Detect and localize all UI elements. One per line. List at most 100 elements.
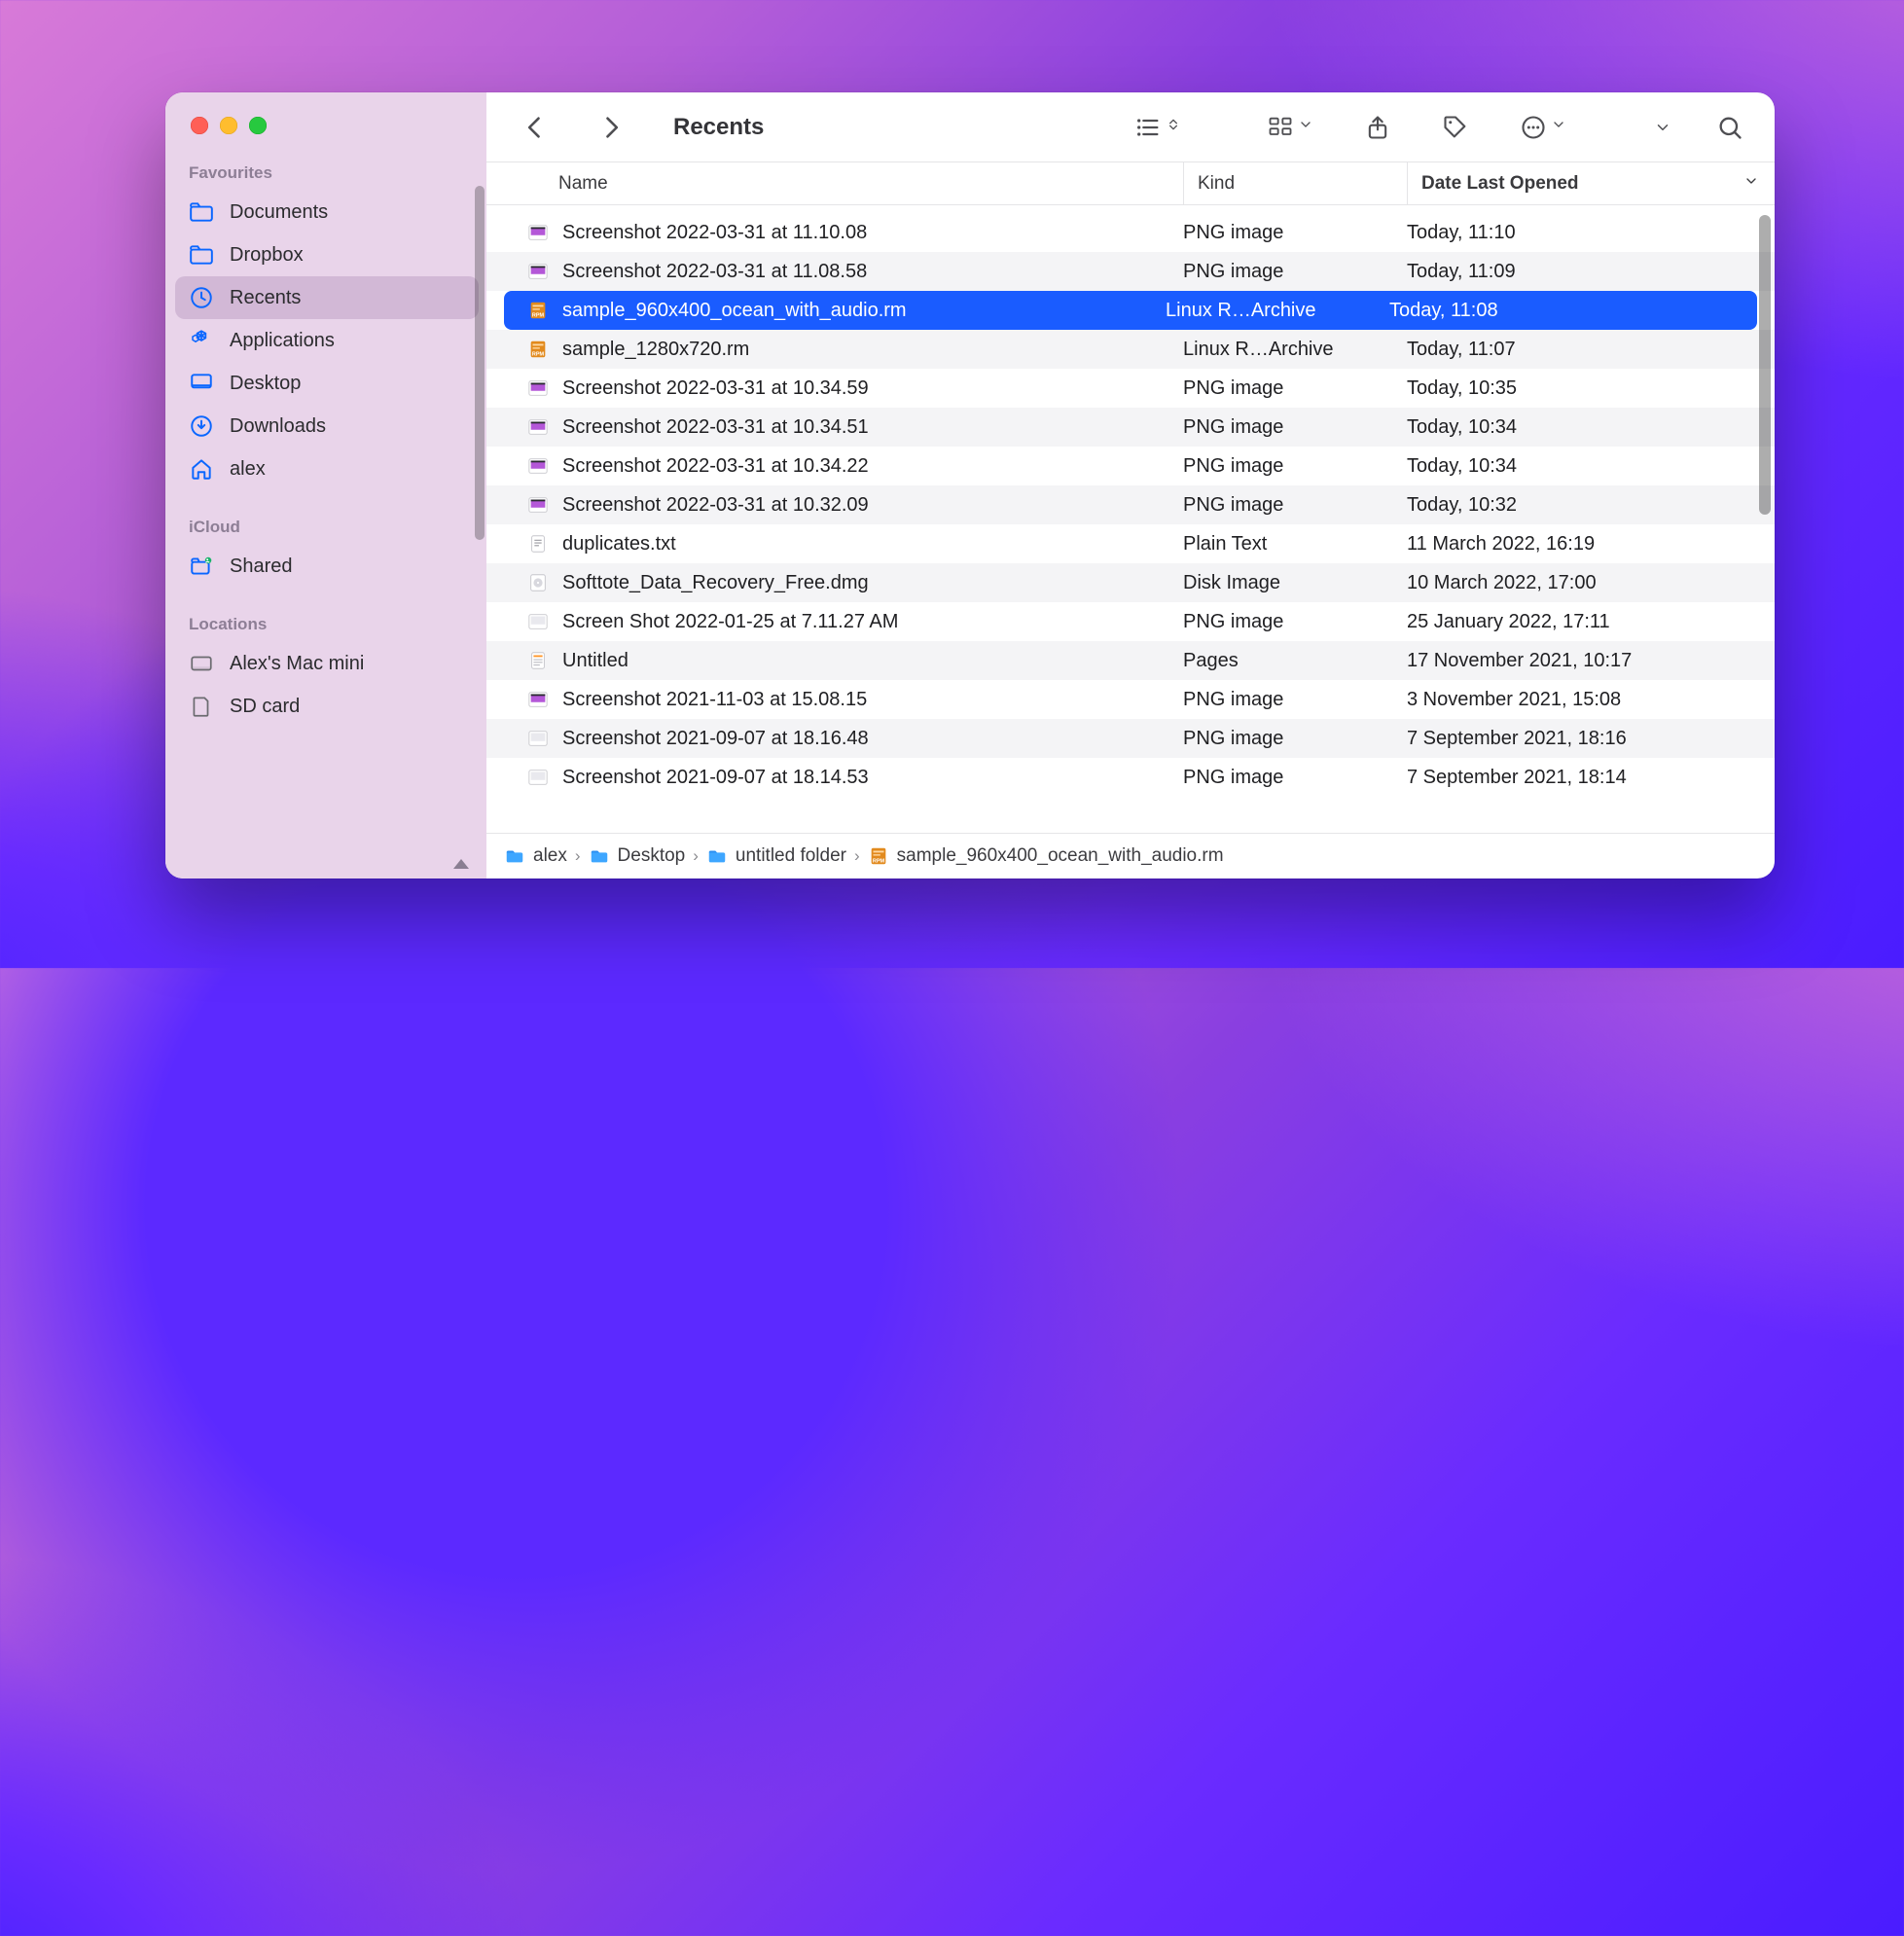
file-list-scrollbar[interactable] [1759,215,1771,515]
group-by-button[interactable] [1257,108,1323,147]
finder-window: FavouritesDocumentsDropboxRecentsApplica… [165,92,1775,878]
file-row[interactable]: duplicates.txtPlain Text11 March 2022, 1… [486,524,1775,563]
file-row[interactable]: Screenshot 2021-09-07 at 18.16.48 PNG ima… [486,719,1775,758]
file-row[interactable]: Screenshot 2021-09-07 at 18.14.53PNG ima… [486,758,1775,797]
file-kind: Disk Image [1183,572,1407,594]
tags-button[interactable] [1432,108,1479,147]
view-list-button[interactable] [1125,108,1191,147]
folder-icon [189,242,214,268]
file-name: Softtote_Data_Recovery_Free.dmg [562,572,869,594]
path-segment[interactable]: Desktop [618,845,686,867]
file-row[interactable]: Screenshot 2022-03-31 at 11.08.58PNG ima… [486,252,1775,291]
sidebar-item-dropbox[interactable]: Dropbox [175,233,479,276]
path-separator-icon: › [575,846,581,866]
file-icon [527,416,549,438]
up-down-icon [1166,117,1181,137]
sidebar-scrollbar[interactable] [475,186,485,540]
file-name: Screenshot 2022-03-31 at 10.34.51 [562,416,869,439]
sidebar-item-label: Alex's Mac mini [230,653,364,675]
sidebar-item-alex[interactable]: alex [175,448,479,490]
file-icon [527,689,549,710]
file-icon [527,339,549,360]
file-kind: PNG image [1183,728,1407,750]
sidebar-item-label: Recents [230,287,301,309]
file-icon [527,533,549,555]
file-date: Today, 11:10 [1407,222,1775,244]
column-header-name[interactable]: Name [486,173,1183,195]
file-row[interactable]: sample_1280x720.rm Linux R…ArchiveToday, … [486,330,1775,369]
sidebar-item-shared[interactable]: Shared [175,545,479,588]
file-name: duplicates.txt [562,533,676,556]
file-name: sample_1280x720.rm [562,339,749,361]
file-date: 10 March 2022, 17:00 [1407,572,1775,594]
home-icon [189,456,214,482]
file-row[interactable]: Screenshot 2022-03-31 at 10.32.09PNG ima… [486,485,1775,524]
file-list: Screenshot 2022-03-31 at 11.10.08PNG ima… [486,205,1775,833]
file-row[interactable]: Screenshot 2022-03-31 at 11.10.08PNG ima… [486,213,1775,252]
sidebar-item-documents[interactable]: Documents [175,191,479,233]
sidebar-item-recents[interactable]: Recents [175,276,479,319]
sidebar-disclosure-icon [453,859,469,869]
file-icon [527,728,549,749]
sidebar-item-downloads[interactable]: Downloads [175,405,479,448]
sidebar-item-label: Dropbox [230,244,304,267]
path-segment[interactable]: alex [533,845,567,867]
file-name: Screenshot 2022-03-31 at 10.32.09 [562,494,869,517]
file-row[interactable]: UntitledPages17 November 2021, 10:17 [486,641,1775,680]
download-icon [189,413,214,439]
path-segment[interactable]: untitled folder [736,845,846,867]
sidebar-item-sd-card[interactable]: SD card [175,685,479,728]
file-date: Today, 11:07 [1407,339,1775,361]
file-kind: PNG image [1183,767,1407,789]
file-date: Today, 10:35 [1407,377,1775,400]
folder-icon [189,199,214,225]
file-row[interactable]: Screenshot 2021-11-03 at 15.08.15PNG ima… [486,680,1775,719]
file-row[interactable]: sample_960x400_ocean_with_audio.rmLinux … [504,291,1757,330]
toolbar: Recents [486,92,1775,162]
sidebar-item-applications[interactable]: Applications [175,319,479,362]
apps-icon [189,328,214,353]
file-row[interactable]: Screenshot 2022-03-31 at 10.34.22PNG ima… [486,447,1775,485]
file-row[interactable]: Screen Shot 2022-01-25 at 7.11.27 AMPNG … [486,602,1775,641]
sidebar-item-label: Shared [230,556,293,578]
folder-icon [504,845,525,867]
file-name: Screenshot 2021-09-07 at 18.16.48 [562,728,869,750]
sidebar: FavouritesDocumentsDropboxRecentsApplica… [165,92,486,878]
file-name: Untitled [562,650,629,672]
minimize-window-button[interactable] [220,117,237,134]
forward-button[interactable] [588,108,634,147]
toolbar-overflow-button[interactable] [1644,113,1681,142]
search-button[interactable] [1706,108,1753,147]
more-actions-button[interactable] [1510,108,1576,147]
sidebar-item-alex-s-mac-mini[interactable]: Alex's Mac mini [175,642,479,685]
file-icon [527,611,549,632]
file-kind: PNG image [1183,689,1407,711]
sdcard-icon [189,694,214,719]
file-name: sample_960x400_ocean_with_audio.rm [562,300,907,322]
file-icon [527,261,549,282]
close-window-button[interactable] [191,117,208,134]
file-row[interactable]: Screenshot 2022-03-31 at 10.34.59PNG ima… [486,369,1775,408]
main-pane: Recents [486,92,1775,878]
column-header-kind[interactable]: Kind [1183,162,1407,204]
file-icon [527,767,549,788]
back-button[interactable] [512,108,558,147]
file-icon [868,845,889,867]
column-header-date[interactable]: Date Last Opened [1407,162,1775,204]
column-headers: Name Kind Date Last Opened [486,162,1775,205]
window-title: Recents [673,114,764,141]
file-date: Today, 10:34 [1407,416,1775,439]
sidebar-item-desktop[interactable]: Desktop [175,362,479,405]
file-date: 7 September 2021, 18:14 [1407,767,1775,789]
file-date: 17 November 2021, 10:17 [1407,650,1775,672]
file-kind: Linux R…Archive [1183,339,1407,361]
path-segment[interactable]: sample_960x400_ocean_with_audio.rm [897,845,1224,867]
file-date: 25 January 2022, 17:11 [1407,611,1775,633]
file-row[interactable]: Softtote_Data_Recovery_Free.dmg Disk Imag… [486,563,1775,602]
share-button[interactable] [1354,108,1401,147]
file-row[interactable]: Screenshot 2022-03-31 at 10.34.51PNG ima… [486,408,1775,447]
file-date: 7 September 2021, 18:16 [1407,728,1775,750]
file-kind: PNG image [1183,455,1407,478]
file-icon [527,650,549,671]
fullscreen-window-button[interactable] [249,117,267,134]
